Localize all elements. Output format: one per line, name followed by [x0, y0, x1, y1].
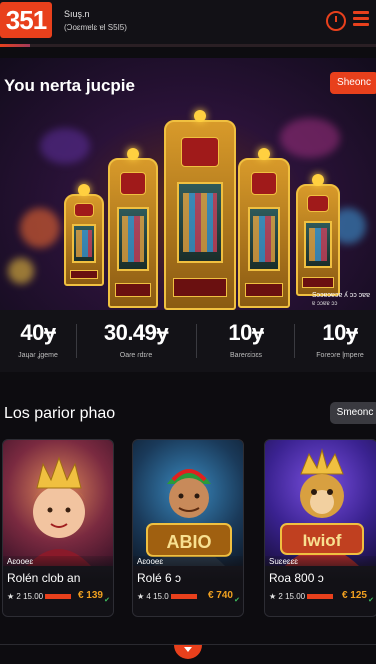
stat-label: Foɾeɔɾe ɭmpeɾe: [316, 352, 364, 359]
slot-machine: [64, 184, 104, 286]
hero-caption-sub: ɐ ɔɔɐɐ ɔɔ: [312, 301, 338, 307]
slot-machine: [164, 110, 236, 310]
clock-icon[interactable]: [326, 11, 346, 31]
stats-strip: 40ɏ Jaɥaɾ ʝgeme 30.49ɏ Oaɾe ɾdɪɾe 10ɏ Ba…: [0, 310, 376, 372]
stat-item: 10ɏ Baɾeɾɛiɔɛs: [206, 320, 286, 359]
card-artwork: [3, 440, 113, 566]
bokeh-light: [8, 258, 34, 284]
top-bar: 351 Sıuş.n (Ɔoɛmɐlɛ ɐl S5I5): [0, 0, 376, 47]
card-title: Rolén clob an: [7, 571, 81, 585]
card-title: Roa 800 ɔ: [269, 571, 324, 585]
rating-bar: [307, 594, 334, 600]
progress-bar: [0, 44, 376, 47]
slot-machine: [108, 148, 158, 308]
section-see-all-button[interactable]: Smeonc: [330, 402, 376, 424]
card-price: € 125: [341, 590, 367, 601]
rating-bar: [45, 594, 72, 600]
card-artwork: Iwiof: [265, 440, 376, 566]
card-art-text: Iwiof: [303, 531, 342, 550]
stat-value: 30.49ɏ: [103, 320, 169, 345]
game-card[interactable]: Aɛooeɛ Rolén clob an ★ 2 15.00 € 139 ✔: [2, 439, 114, 617]
stat-label: Oaɾe ɾdɪɾe: [119, 352, 153, 359]
stat-divider: [294, 324, 295, 358]
hero-caption: Sɔɔɐɔɐɔɐ ʎ ɔɔ ɔɐɐ: [312, 292, 370, 299]
warrior-artwork: ABIO: [146, 469, 232, 566]
stat-item: 30.49ɏ Oaɾe ɾdɪɾe: [86, 320, 186, 359]
card-tag: Aɛooeɛ: [137, 557, 164, 566]
progress-fill: [0, 44, 31, 47]
game-card[interactable]: ABIO Aɛooeɛ Rolé 6 ɔ ★ 4 15.0 € 740 ✔: [132, 439, 244, 617]
monkey-artwork: Iwiof: [280, 448, 364, 566]
brand-name: Sıuş.n: [64, 9, 90, 19]
brand-logo[interactable]: 351: [0, 2, 52, 38]
game-card[interactable]: Iwiof Suɛeɛɛɛ Roa 800 ɔ ★ 2 15.00 € 125 …: [264, 439, 376, 617]
hero-cta-button[interactable]: Sheonc: [330, 72, 376, 94]
stat-divider: [76, 324, 77, 358]
queen-artwork: [27, 456, 91, 566]
section-title: Los parior phao: [4, 405, 116, 422]
card-tag: Suɛeɛɛɛ: [269, 557, 298, 566]
check-icon: ✔: [104, 597, 110, 604]
card-rating: ★ 4 15.0: [137, 592, 197, 601]
stat-divider: [196, 324, 197, 358]
slot-machine: [238, 148, 290, 308]
card-rating-text: ★ 2 15.00: [7, 592, 44, 601]
card-rating-text: ★ 2 15.00: [269, 592, 306, 601]
card-rating-text: ★ 4 15.0: [137, 592, 169, 601]
brand-subtitle: (Ɔoɛmɐlɛ ɐl S5I5): [64, 23, 127, 32]
stat-value: 40ɏ: [20, 320, 56, 345]
card-tag: Aɛooeɛ: [7, 557, 34, 566]
bokeh-light: [20, 208, 60, 248]
rating-bar: [170, 594, 197, 600]
hero-title: You nerta jucpie: [4, 76, 135, 95]
menu-icon[interactable]: [353, 11, 371, 29]
stat-value: 10ɏ: [322, 320, 358, 345]
stat-value: 10ɏ: [228, 320, 264, 345]
card-title: Rolé 6 ɔ: [137, 571, 182, 585]
bokeh-light: [40, 128, 90, 164]
stat-label: Jaɥaɾ ʝgeme: [18, 352, 58, 359]
card-price: € 740: [207, 590, 233, 601]
card-art-text: ABIO: [167, 532, 212, 552]
bokeh-light: [280, 118, 340, 158]
card-artwork: ABIO: [133, 440, 243, 566]
check-icon: ✔: [234, 597, 240, 604]
hero-banner[interactable]: You nerta jucpie Sheonc: [0, 58, 376, 310]
stat-label: Baɾeɾɛiɔɛs: [229, 352, 263, 359]
card-price: € 139: [77, 590, 103, 601]
slot-machine: [296, 174, 340, 296]
chevron-down-icon[interactable]: [174, 645, 202, 659]
stat-item: 10ɏ Foɾeɔɾe ɭmpeɾe: [304, 320, 376, 359]
card-rating: ★ 2 15.00: [269, 592, 334, 601]
card-rating: ★ 2 15.00: [7, 592, 72, 601]
stat-item: 40ɏ Jaɥaɾ ʝgeme: [6, 320, 70, 359]
check-icon: ✔: [368, 597, 374, 604]
